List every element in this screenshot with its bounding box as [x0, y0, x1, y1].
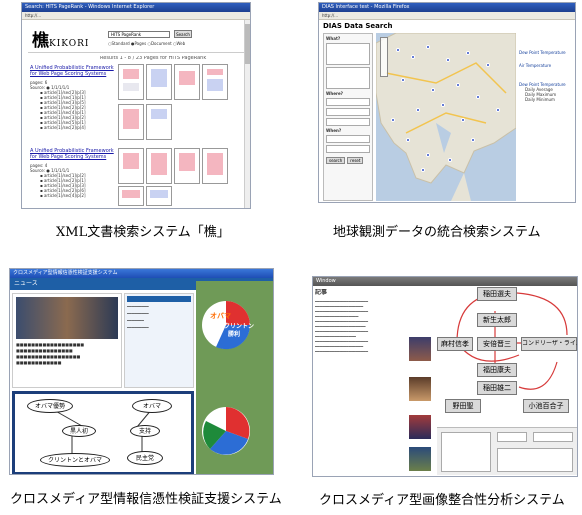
- relation-node[interactable]: 麻村信孝: [437, 337, 473, 351]
- image-consistency-article: 記事 ━━━━━━━━━━━━━━━━━━━━━━ ━━━━━━━━━━━━━━…: [315, 289, 421, 475]
- kikori-page-thumbnail[interactable]: [146, 148, 172, 184]
- crossmedia-news-article: ■■■■■■■■■■■■■■■■■■ ■■■■■■■■■■■■■■■ ■■■■■…: [12, 293, 122, 388]
- relation-graph-lines: [456, 292, 568, 390]
- kikori-window: Search: HITS PageRank - Windows Internet…: [21, 2, 251, 209]
- kikori-titlebar: Search: HITS PageRank - Windows Internet…: [22, 3, 250, 12]
- relation-node[interactable]: 稲田雄二: [477, 381, 517, 395]
- dias-where-input[interactable]: [326, 118, 370, 126]
- diagram-node[interactable]: オバマ: [132, 399, 172, 413]
- image-consistency-window: Window 記事 ━━━━━━━━━━━━━━━━━━━━━━ ━━━━━━━…: [312, 276, 578, 477]
- kikori-logo-kanji: 樵: [32, 31, 49, 51]
- image-consistency-field[interactable]: [533, 432, 573, 442]
- diagram-node[interactable]: 支持: [130, 425, 160, 437]
- diagram-node[interactable]: 黒人初: [62, 425, 96, 437]
- dias-legend: Dew Point Temperature Air Temperature De…: [519, 50, 574, 102]
- dias-what-select[interactable]: [326, 43, 370, 65]
- dias-window: DIAS Interface test - Mozilla Firefox ht…: [318, 2, 576, 203]
- news-photo: [16, 297, 118, 339]
- kikori-logo-latin: KIKORI: [49, 39, 90, 49]
- kikori-page-thumbnail[interactable]: [118, 148, 144, 184]
- pie-label: 勝利: [228, 331, 241, 338]
- kikori-divider: [28, 52, 244, 53]
- dias-when-input[interactable]: [326, 145, 370, 153]
- crossmedia-pie-panel: オバマ クリントン 勝利: [196, 281, 273, 474]
- kikori-scrollbar[interactable]: [244, 20, 250, 208]
- dias-search-button[interactable]: search: [326, 157, 346, 164]
- dias-page-title: DIAS Data Search: [323, 22, 393, 30]
- dias-legend-item[interactable]: Dew Point Temperature: [519, 50, 574, 55]
- dias-map[interactable]: [376, 33, 516, 201]
- kikori-page-thumbnail[interactable]: [202, 148, 228, 184]
- kikori-result-title[interactable]: A Unified Probabilistic Framework for We…: [30, 148, 115, 160]
- image-thumbnail[interactable]: [409, 447, 431, 471]
- dias-where-input[interactable]: [326, 108, 370, 116]
- kikori-page-thumbnail[interactable]: [118, 104, 144, 140]
- kikori-page-thumbnail[interactable]: [146, 64, 172, 100]
- crossmedia-news-titlebar: クロスメディア型情報信憑性検証支援システム: [10, 269, 273, 278]
- kikori-logo: 樵KIKORI: [32, 26, 89, 51]
- diagram-node[interactable]: クリントンとオバマ: [40, 453, 110, 467]
- crossmedia-news-caption: クロスメディア型情報信憑性検証支援システム: [10, 492, 282, 507]
- kikori-page-thumbnail[interactable]: [146, 104, 172, 140]
- kikori-result-snippets: pages: 4 Source: ● 1/1/1/1/1 ▪ article[1…: [30, 163, 86, 198]
- relation-node[interactable]: 稲田選夫: [477, 287, 517, 301]
- crossmedia-news-window: クロスメディア型情報信憑性検証支援システム ニュース ■■■■■■■■■■■■■…: [9, 268, 274, 475]
- dias-label-when: When?: [326, 128, 342, 133]
- kikori-results-count: Results 1 - 8 / 23 Pages for HITS PageRa…: [100, 56, 207, 61]
- image-thumbnail[interactable]: [409, 415, 431, 439]
- kikori-addressbar[interactable]: http://...: [22, 12, 250, 20]
- kikori-page-thumbnail[interactable]: [146, 186, 172, 206]
- kikori-result-snippets: pages: 6 Source: ● 1/1/1/1/1 ▪ article[1…: [30, 80, 86, 130]
- image-thumbnail[interactable]: [409, 377, 431, 401]
- dias-addressbar[interactable]: http://...: [319, 12, 575, 20]
- diagram-node[interactable]: オバマ優勢: [27, 399, 73, 413]
- dias-label-where: Where?: [326, 91, 343, 96]
- relation-node[interactable]: 福田康夫: [477, 363, 517, 377]
- relation-graph: 稲田選夫 新生太郎 安倍晋三 コンドリーザ・ライス 麻村信孝 福田康夫 稲田雄二…: [437, 287, 577, 417]
- kikori-search-button[interactable]: Search: [174, 30, 192, 38]
- kikori-page-thumbnail[interactable]: [174, 148, 200, 184]
- dias-when-input[interactable]: [326, 135, 370, 143]
- kikori-page-thumbnail[interactable]: [202, 64, 228, 100]
- dias-caption: 地球観測データの統合検索システム: [333, 225, 541, 240]
- relation-node[interactable]: コンドリーザ・ライス: [521, 337, 577, 351]
- image-consistency-controls: [437, 427, 577, 475]
- relation-node[interactable]: 小池百合子: [523, 399, 569, 413]
- crossmedia-news-diagram: オバマ優勢 オバマ 黒人初 支持 クリントンとオバマ 民主党: [12, 391, 194, 474]
- image-consistency-output: [497, 448, 573, 472]
- crossmedia-news-list: ━━━━━━━━━ ━━━━━━━━━ ━━━━━━━ ━━━━━━━━━: [124, 293, 194, 388]
- image-consistency-caption: クロスメディア型画像整合性分析システム: [319, 493, 565, 508]
- dias-what-select[interactable]: [326, 67, 370, 89]
- dias-where-input[interactable]: [326, 98, 370, 106]
- dias-form: What? Where? When? search reset: [323, 33, 373, 201]
- dias-label-what: What?: [326, 36, 341, 41]
- diagram-node[interactable]: 民主党: [127, 451, 163, 465]
- kikori-search-input[interactable]: HITS PageRank: [108, 31, 170, 38]
- kikori-caption: XML文書検索システム「樵」: [56, 225, 230, 240]
- dias-reset-button[interactable]: reset: [347, 157, 364, 164]
- pie-label: オバマ: [210, 312, 231, 320]
- kikori-page-thumbnail[interactable]: [118, 64, 144, 100]
- dias-legend-item[interactable]: Air Temperature: [519, 63, 574, 68]
- crossmedia-pie-chart: [202, 301, 251, 455]
- image-consistency-list[interactable]: [441, 432, 491, 472]
- kikori-page-thumbnail[interactable]: [174, 64, 200, 100]
- image-thumbnail[interactable]: [409, 337, 431, 361]
- dias-legend-item[interactable]: Daily Minimum: [519, 97, 574, 102]
- kikori-result-title[interactable]: A Unified Probabilistic Framework for We…: [30, 65, 115, 77]
- relation-node[interactable]: 安倍晋三: [477, 337, 517, 351]
- kikori-page-thumbnail[interactable]: [118, 186, 144, 206]
- relation-node[interactable]: 野田聖: [445, 399, 481, 413]
- dias-titlebar: DIAS Interface test - Mozilla Firefox: [319, 3, 575, 12]
- kikori-options[interactable]: ○Standard ●Pages ○Document ○Web: [108, 41, 208, 46]
- dias-map-zoom-control[interactable]: [380, 37, 388, 77]
- image-consistency-field[interactable]: [497, 432, 527, 442]
- image-consistency-titlebar: Window: [313, 277, 577, 286]
- relation-node[interactable]: 新生太郎: [477, 313, 517, 327]
